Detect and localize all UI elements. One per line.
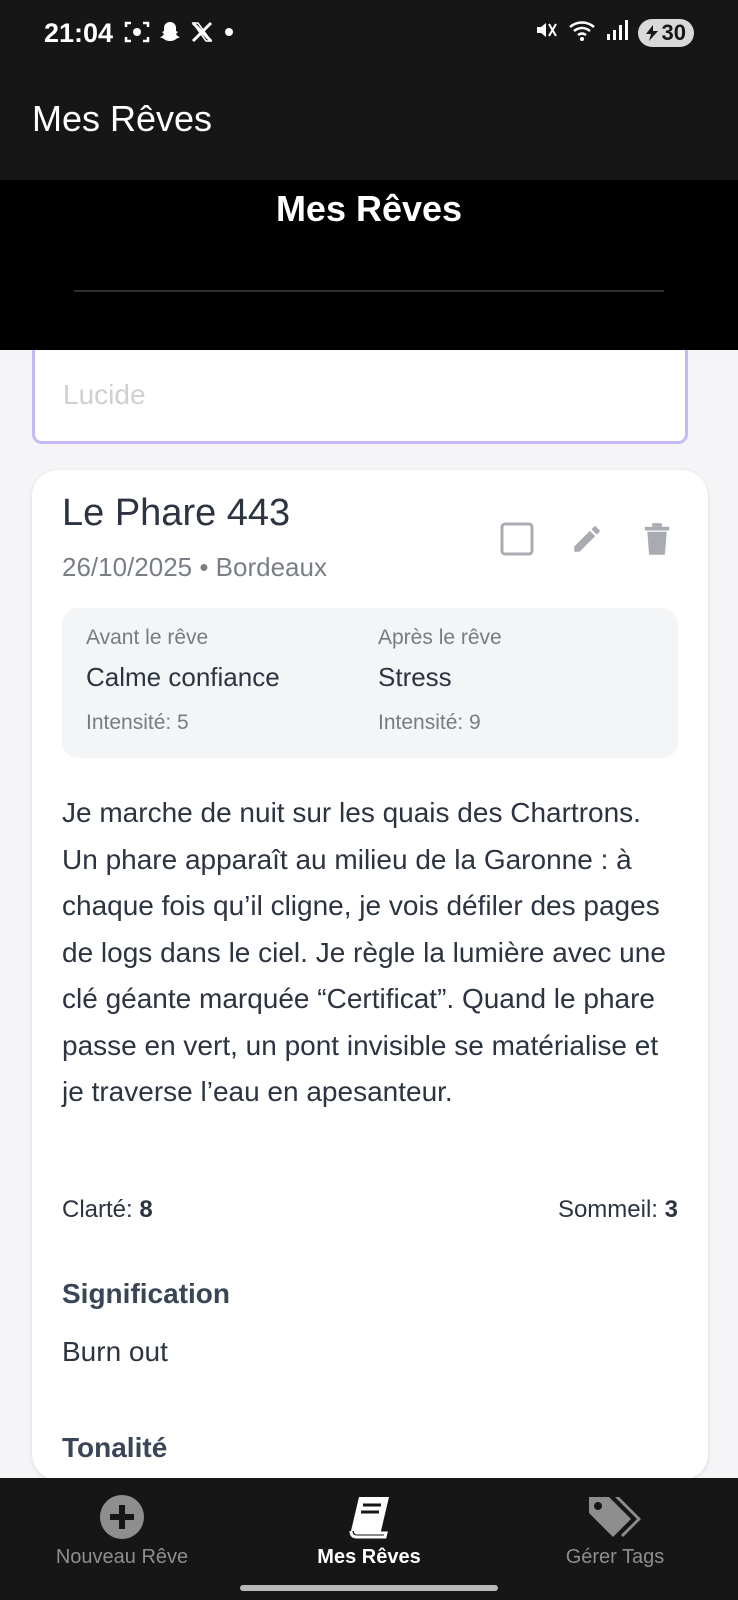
nav-my-dreams-label: Mes Rêves bbox=[317, 1546, 421, 1568]
status-time: 21:04 bbox=[44, 18, 114, 48]
plus-circle-icon bbox=[22, 1492, 222, 1542]
nav-manage-tags[interactable]: Gérer Tags bbox=[515, 1492, 715, 1569]
signal-icon bbox=[606, 18, 628, 47]
book-icon bbox=[269, 1492, 469, 1542]
card-actions bbox=[496, 518, 678, 560]
before-label: Avant le rêve bbox=[86, 626, 209, 649]
before-intensity: Intensité: 5 bbox=[86, 711, 189, 734]
dream-card: Le Phare 443 26/10/2025 • Bordeaux Avant… bbox=[32, 470, 708, 1480]
dream-description: Je marche de nuit sur les quais des Char… bbox=[62, 797, 666, 1107]
delete-icon[interactable] bbox=[636, 518, 678, 560]
select-checkbox[interactable] bbox=[496, 518, 538, 560]
before-emotion: Calme confiance bbox=[86, 662, 280, 692]
after-label: Après le rêve bbox=[378, 626, 502, 649]
meaning-value: Burn out bbox=[62, 1336, 168, 1367]
app-bar-title: Mes Rêves bbox=[32, 98, 213, 139]
page-title: Mes Rêves bbox=[275, 188, 463, 229]
after-emotion: Stress bbox=[378, 662, 452, 692]
dream-title: Le Phare 443 bbox=[62, 492, 291, 534]
sleep-stat: Sommeil: 3 bbox=[558, 1196, 678, 1224]
nav-new-dream[interactable]: Nouveau Rêve bbox=[22, 1492, 222, 1569]
x-icon bbox=[190, 20, 214, 49]
emotion-summary: Avant le rêve Calme confiance Intensité:… bbox=[62, 608, 678, 758]
snapchat-icon bbox=[158, 20, 182, 49]
list-header: Mes Rêves bbox=[0, 180, 738, 350]
clarity-label: Clarté: bbox=[62, 1196, 140, 1223]
battery-icon: 30 bbox=[637, 18, 694, 47]
app-bar: Mes Rêves bbox=[0, 70, 738, 180]
mute-icon bbox=[534, 18, 558, 47]
clarity-value: 8 bbox=[139, 1196, 153, 1223]
system-icons: 30 bbox=[534, 18, 694, 47]
wifi-icon bbox=[568, 18, 596, 47]
home-indicator[interactable] bbox=[240, 1585, 498, 1591]
battery-level: 30 bbox=[661, 19, 686, 45]
status-bar: 21:04 30 bbox=[0, 0, 738, 70]
dot-icon bbox=[222, 20, 236, 49]
nav-my-dreams[interactable]: Mes Rêves bbox=[269, 1492, 469, 1569]
dream-date-location: 26/10/2025 • Bordeaux bbox=[62, 552, 327, 582]
after-dream: Après le rêve Stress Intensité: 9 bbox=[378, 626, 502, 735]
nav-manage-tags-label: Gérer Tags bbox=[565, 1546, 665, 1568]
nav-new-dream-label: Nouveau Rêve bbox=[55, 1546, 189, 1568]
screenshot-icon bbox=[124, 20, 150, 49]
bottom-nav: Nouveau Rêve Mes Rêves Gérer Tags bbox=[0, 1478, 738, 1600]
sleep-label: Sommeil: bbox=[557, 1196, 665, 1223]
tone-heading: Tonalité bbox=[62, 1432, 168, 1463]
header-divider bbox=[74, 290, 664, 292]
tag-filter-value: Lucide bbox=[63, 379, 146, 410]
tags-icon bbox=[515, 1492, 715, 1542]
sleep-value: 3 bbox=[664, 1196, 678, 1223]
after-intensity: Intensité: 9 bbox=[378, 711, 481, 734]
before-dream: Avant le rêve Calme confiance Intensité:… bbox=[86, 626, 280, 735]
meaning-heading: Signification bbox=[62, 1278, 230, 1309]
clarity-stat: Clarté: 8 bbox=[62, 1196, 153, 1224]
edit-icon[interactable] bbox=[566, 518, 608, 560]
notification-icons bbox=[124, 20, 236, 49]
